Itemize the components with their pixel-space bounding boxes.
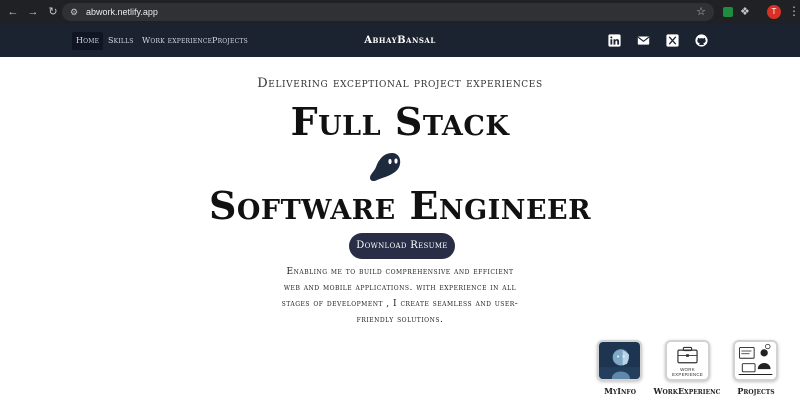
linkedin-icon[interactable] <box>608 34 621 47</box>
brand-name[interactable]: AbhayBansal <box>0 32 800 50</box>
projects-illustration-icon <box>735 342 776 379</box>
extension-icon[interactable] <box>723 7 733 17</box>
site-info-icon[interactable]: ⚙ <box>68 6 80 18</box>
back-icon[interactable]: ← <box>6 5 20 19</box>
forward-icon[interactable]: → <box>26 5 40 19</box>
x-icon[interactable] <box>666 34 679 47</box>
ghost-logo-icon <box>368 150 404 184</box>
hero-description: Enabling me to build comprehensive and e… <box>281 267 519 325</box>
dock-card-myinfo[interactable] <box>597 340 642 381</box>
profile-avatar[interactable]: T <box>767 5 781 19</box>
github-icon[interactable] <box>695 34 708 47</box>
address-bar[interactable]: ⚙ abwork.netlify.app ☆ <box>62 3 714 21</box>
url-text[interactable]: abwork.netlify.app <box>86 7 158 17</box>
dock-label-myinfo[interactable]: MyInfo <box>585 386 655 396</box>
mail-icon[interactable] <box>637 34 650 47</box>
site-navbar: Home Skills Work experience Projects Abh… <box>0 24 800 57</box>
browser-toolbar: ← → ↻ ⚙ abwork.netlify.app ☆ ❖ T ⋮ <box>0 0 800 24</box>
dock-card-workexperience[interactable]: WORK EXPERIENCE <box>665 340 710 381</box>
profile-ai-icon <box>599 342 640 379</box>
hero-tagline: Delivering exceptional project experienc… <box>257 76 543 91</box>
work-experience-caption: WORK EXPERIENCE <box>671 367 703 377</box>
extensions-puzzle-icon[interactable]: ❖ <box>740 5 750 19</box>
bookmark-star-icon[interactable]: ☆ <box>696 5 706 19</box>
dock-label-projects[interactable]: Projects <box>721 386 791 396</box>
download-resume-button[interactable]: Download Resume <box>349 233 455 259</box>
hero-title-line-1: Full Stack <box>290 99 510 144</box>
dock-card-projects[interactable] <box>733 340 778 381</box>
reload-icon[interactable]: ↻ <box>46 5 60 19</box>
dock-label-workexperience[interactable]: WorkExperienc <box>652 386 722 396</box>
browser-menu-icon[interactable]: ⋮ <box>788 4 800 18</box>
hero-title-line-2: Software Engineer <box>208 183 592 228</box>
